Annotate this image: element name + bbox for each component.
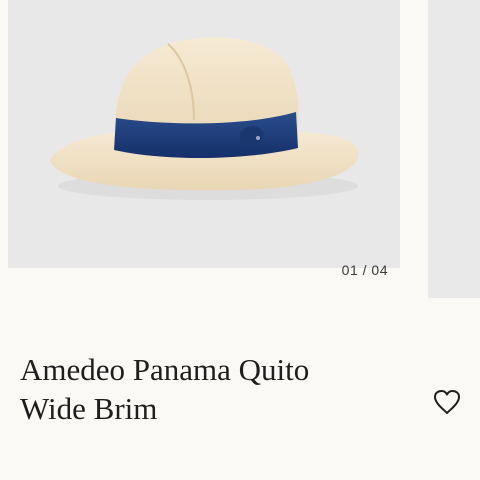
product-title-line-1: Amedeo Panama Quito [20, 352, 310, 387]
product-title-line-2: Wide Brim [20, 391, 158, 426]
heart-outline-icon [434, 390, 460, 414]
product-title: Amedeo Panama Quito Wide Brim [20, 350, 420, 428]
panama-hat-image [50, 37, 359, 200]
product-image-slide[interactable] [8, 0, 400, 268]
next-image-slide-peek[interactable] [428, 0, 480, 298]
image-counter: 01 / 04 [341, 262, 388, 278]
product-image-carousel[interactable]: 01 / 04 [0, 0, 480, 300]
add-to-wishlist-button[interactable] [430, 386, 464, 418]
